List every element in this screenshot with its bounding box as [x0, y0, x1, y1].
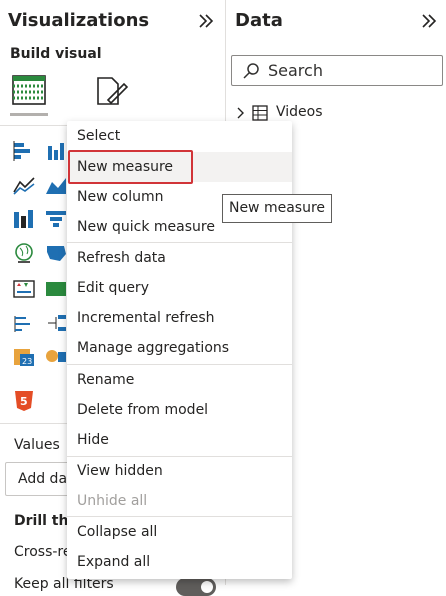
- menu-item-hide[interactable]: Hide: [67, 425, 292, 455]
- funnel-chart-icon[interactable]: [44, 208, 68, 230]
- new-measure-tooltip: New measure: [222, 194, 332, 223]
- table-visual-icon: [12, 75, 46, 105]
- menu-item-select[interactable]: Select: [67, 121, 292, 151]
- map-globe-icon[interactable]: [12, 242, 36, 264]
- filled-map-icon[interactable]: [44, 242, 68, 264]
- table-icon: [252, 105, 268, 121]
- build-visual-tab[interactable]: [10, 72, 48, 116]
- data-search-input[interactable]: Search: [231, 55, 443, 86]
- menu-item-delete-from-model[interactable]: Delete from model: [67, 395, 292, 425]
- menu-item-incremental-refresh[interactable]: Incremental refresh: [67, 303, 292, 333]
- stacked-bar-chart-icon[interactable]: [12, 140, 36, 162]
- menu-item-collapse-all[interactable]: Collapse all: [67, 517, 292, 547]
- values-label: Values: [14, 437, 60, 453]
- format-visual-icon[interactable]: [94, 74, 129, 108]
- menu-item-edit-query[interactable]: Edit query: [67, 273, 292, 303]
- data-pane-title: Data: [235, 10, 283, 31]
- menu-item-unhide-all: Unhide all: [77, 493, 148, 509]
- menu-item-refresh-data[interactable]: Refresh data: [67, 243, 292, 273]
- build-visual-label: Build visual: [10, 46, 102, 62]
- keep-filters-toggle[interactable]: [176, 578, 216, 596]
- line-chart-icon[interactable]: [12, 174, 36, 196]
- context-menu: Select New measure New column New quick …: [67, 121, 292, 579]
- new-measure-highlight-box: [68, 150, 193, 184]
- html5-icon[interactable]: 5: [12, 390, 36, 412]
- collapse-visualizations-icon[interactable]: [197, 12, 215, 34]
- chevron-right-icon[interactable]: [236, 107, 246, 119]
- svg-text:5: 5: [20, 395, 28, 408]
- menu-item-manage-aggregations[interactable]: Manage aggregations: [67, 333, 292, 363]
- clustered-column-chart-icon[interactable]: [44, 140, 68, 162]
- cross-report-label: Cross-re: [14, 544, 72, 560]
- menu-item-expand-all[interactable]: Expand all: [67, 547, 292, 577]
- table-name: Videos: [276, 104, 323, 120]
- area-chart-icon[interactable]: [44, 174, 68, 196]
- decomposition-tree-icon[interactable]: [44, 312, 68, 334]
- visualizations-title: Visualizations: [8, 10, 150, 31]
- menu-item-view-hidden[interactable]: View hidden: [67, 456, 292, 486]
- search-placeholder: Search: [268, 61, 323, 80]
- add-data-text: Add da: [18, 471, 68, 487]
- kpi-icon[interactable]: [12, 278, 36, 300]
- card-icon[interactable]: [44, 278, 68, 300]
- search-icon: [243, 63, 259, 79]
- slicer-icon[interactable]: [12, 312, 36, 334]
- power-apps-icon[interactable]: 23: [12, 346, 36, 368]
- ribbon-chart-icon[interactable]: [12, 208, 36, 230]
- svg-text:23: 23: [22, 357, 32, 366]
- qa-visual-icon[interactable]: [44, 346, 68, 368]
- collapse-data-pane-icon[interactable]: [420, 12, 438, 34]
- menu-item-rename[interactable]: Rename: [67, 365, 292, 395]
